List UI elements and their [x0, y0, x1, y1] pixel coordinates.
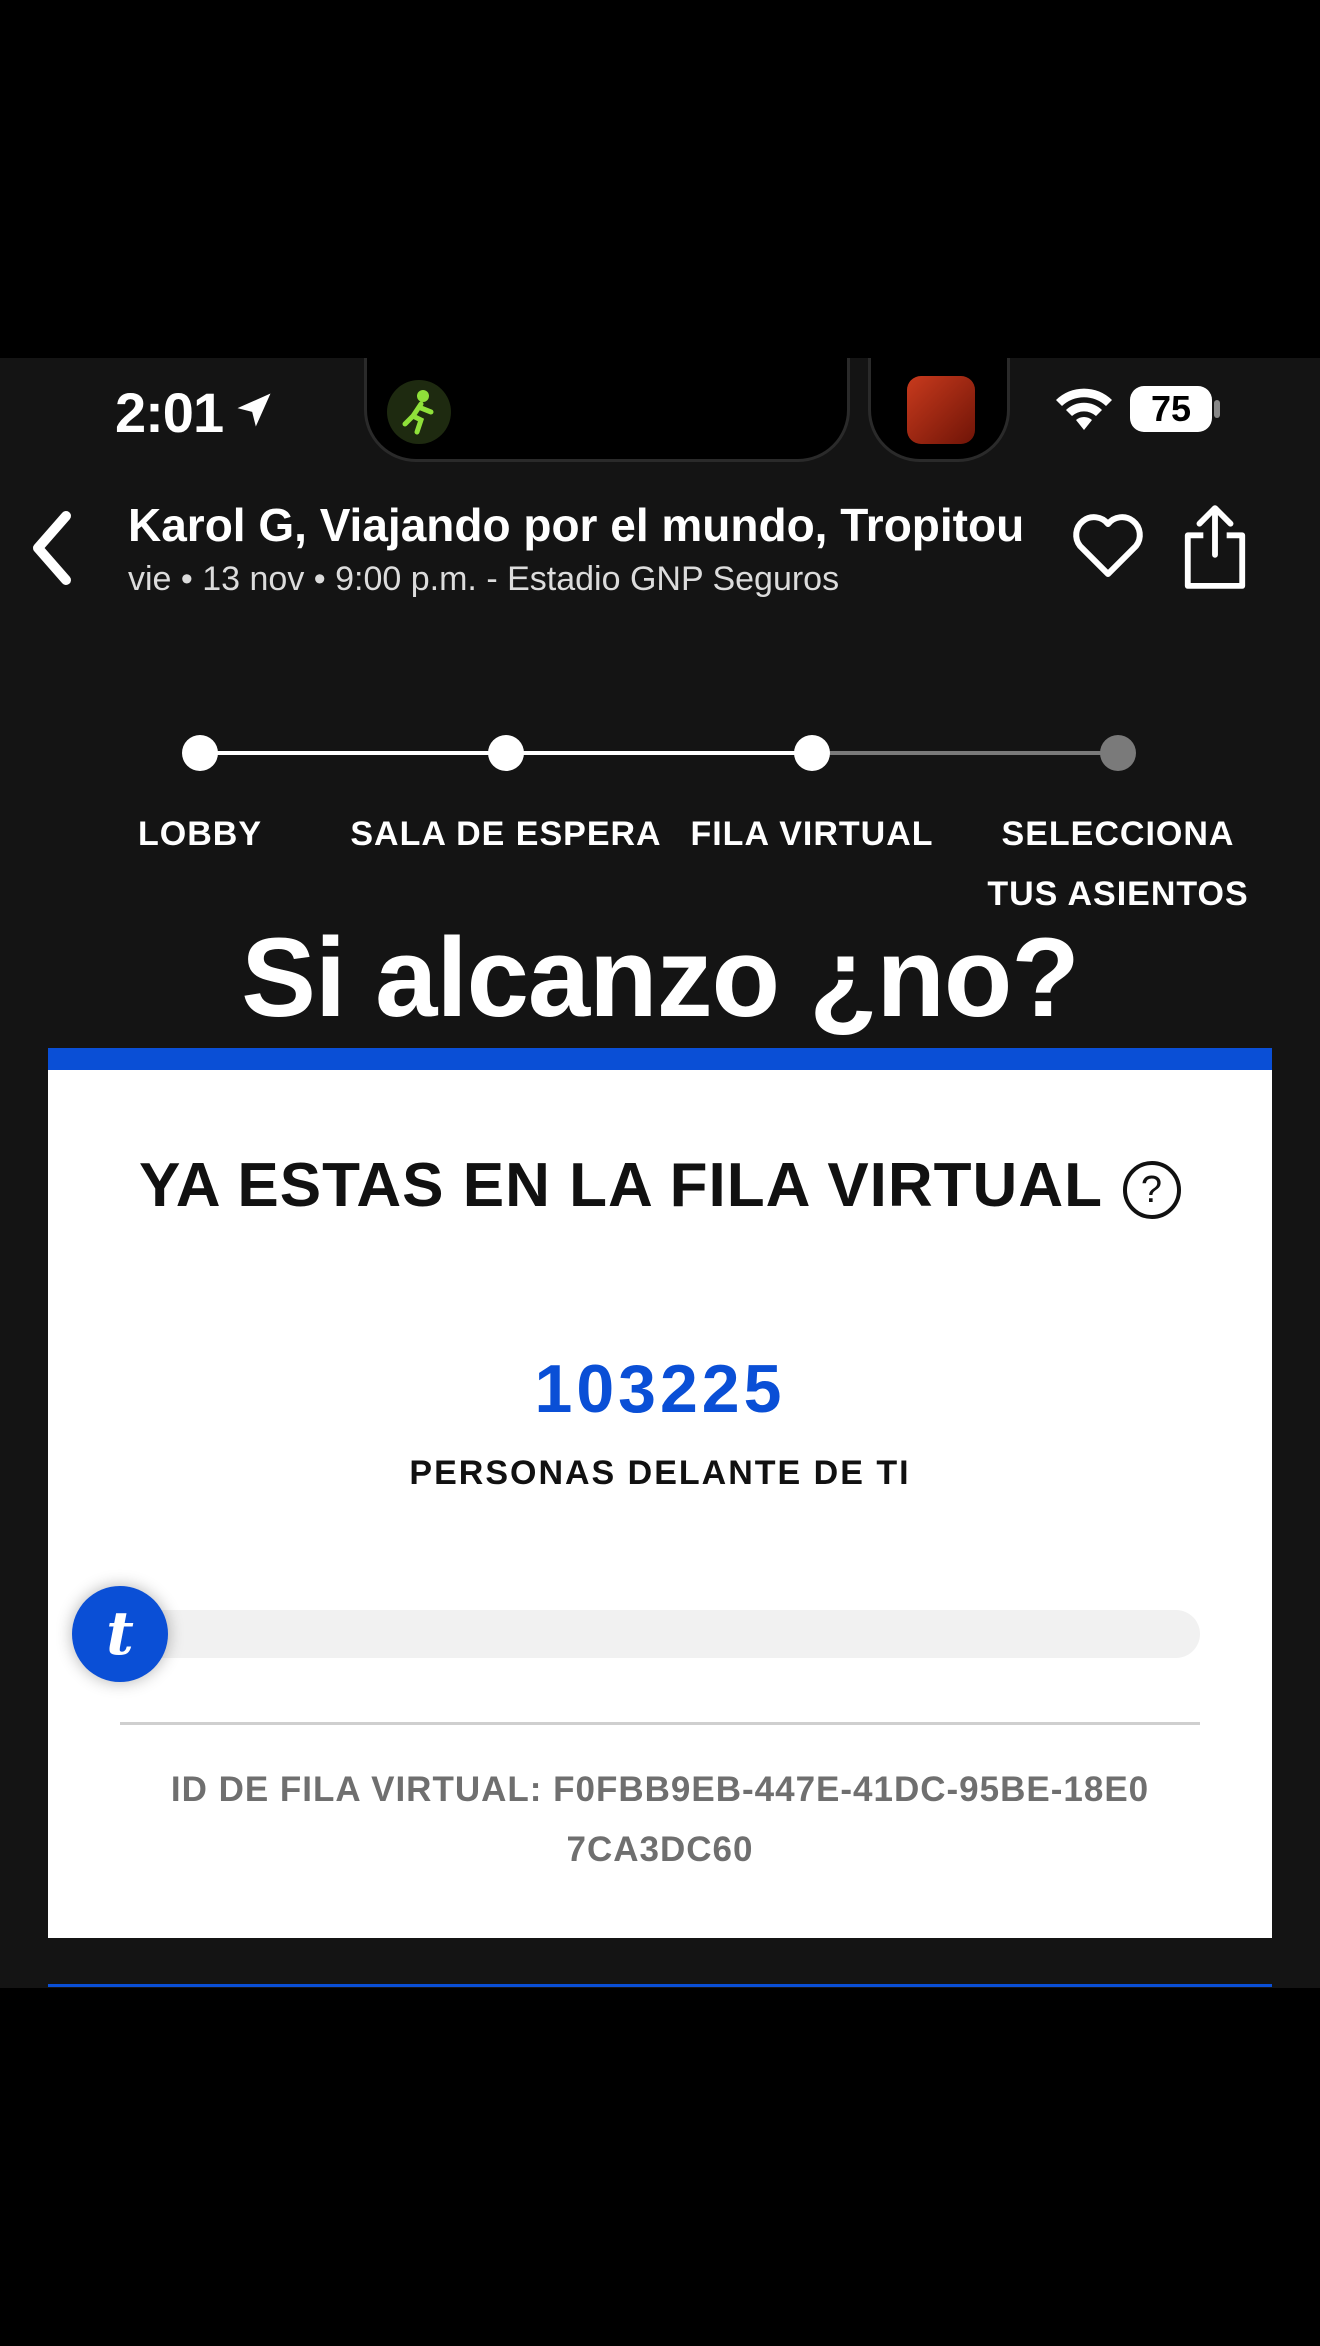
- status-time: 2:01: [115, 381, 224, 444]
- divider: [120, 1722, 1200, 1725]
- event-subtitle: vie • 13 nov • 9:00 p.m. - Estadio GNP S…: [128, 560, 840, 598]
- queue-title: YA ESTAS EN LA FILA VIRTUAL?: [48, 1150, 1272, 1222]
- people-ahead-count: 103225: [534, 1351, 786, 1427]
- step-label-lobby: LOBBY: [138, 815, 262, 853]
- ticketmaster-logo-icon: t: [72, 1586, 168, 1682]
- dynamic-island-app: [868, 358, 1010, 462]
- queue-progress-bar: [120, 1610, 1200, 1658]
- dynamic-island: [364, 358, 850, 462]
- step-dot-fila: [794, 735, 830, 771]
- step-dot-asientos: [1100, 735, 1136, 771]
- battery-indicator: 75: [1130, 386, 1212, 432]
- queue-id: ID DE FILA VIRTUAL: F0FBB9EB-447E-41DC-9…: [170, 1770, 1150, 1869]
- location-arrow-icon: [237, 393, 271, 427]
- event-title: Karol G, Viajando por el mundo, Tropitou…: [128, 499, 1022, 551]
- step-dot-sala: [488, 735, 524, 771]
- queue-title-text: YA ESTAS EN LA FILA VIRTUAL: [139, 1151, 1103, 1220]
- bottom-accent-line: [48, 1984, 1272, 1987]
- step-dot-lobby: [182, 735, 218, 771]
- share-icon[interactable]: [1180, 504, 1250, 590]
- people-ahead-label: PERSONAS DELANTE DE TI: [409, 1454, 911, 1492]
- favorite-heart-icon[interactable]: [1068, 506, 1148, 586]
- back-button[interactable]: [22, 508, 82, 588]
- wifi-icon: [1056, 388, 1112, 430]
- help-icon[interactable]: ?: [1122, 1160, 1181, 1219]
- step-label-asientos: SELECCIONA TUS ASIENTOS: [987, 815, 1249, 913]
- step-label-fila: FILA VIRTUAL: [690, 815, 934, 853]
- fitness-activity-icon: [387, 380, 451, 444]
- music-app-icon: [907, 376, 975, 444]
- app-screen: 2:01 75 Karol G, Viajando por el mundo, …: [0, 358, 1320, 1988]
- stepper-track-pending: [812, 751, 1118, 755]
- queue-card: YA ESTAS EN LA FILA VIRTUAL? 103225 PERS…: [48, 1048, 1272, 1938]
- step-label-sala: SALA DE ESPERA: [350, 815, 662, 853]
- battery-nub: [1214, 400, 1220, 418]
- headline: Si alcanzo ¿no?: [241, 915, 1080, 1040]
